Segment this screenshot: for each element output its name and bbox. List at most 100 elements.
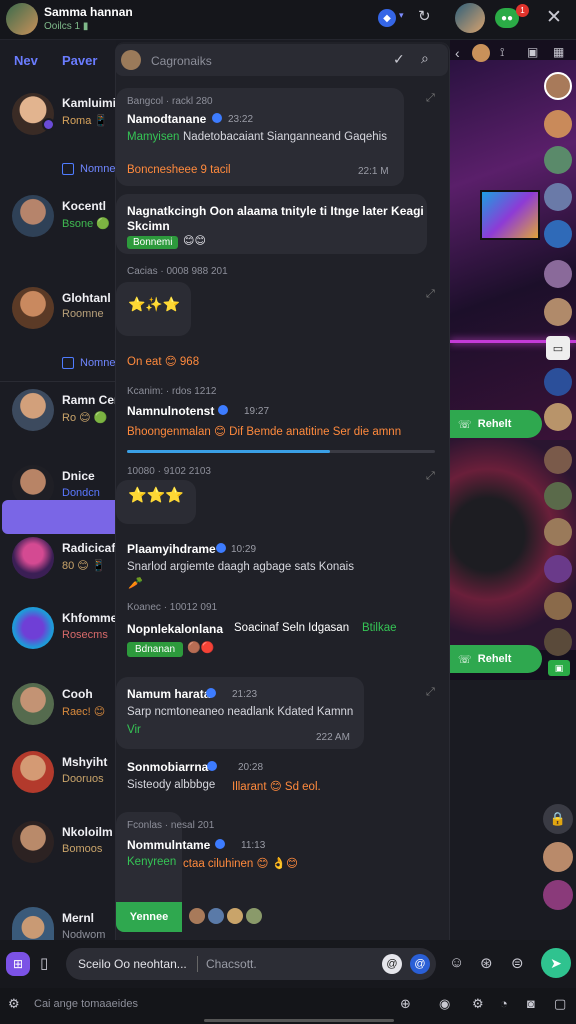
message-link[interactable]: Boncnesheee 9 tacil <box>127 164 231 176</box>
conversation-name[interactable]: Mshyiht <box>62 755 116 769</box>
camera-icon[interactable]: ◙ <box>527 996 535 1011</box>
conversation-name[interactable]: Nkoloilm <box>62 825 116 839</box>
sticker-emoji: ⭐✨⭐ <box>128 296 181 312</box>
check-circle-icon[interactable]: ✓ <box>393 51 405 68</box>
message-tag: Bdnanan <box>127 642 184 657</box>
chevron-down-icon[interactable]: ▾ <box>399 10 404 21</box>
conversation-avatar[interactable] <box>12 751 54 793</box>
conversation-avatar[interactable] <box>12 821 54 863</box>
participant-avatar[interactable] <box>544 592 572 620</box>
gift-icon[interactable]: ⊞ <box>6 952 30 976</box>
conversation-avatar[interactable] <box>12 389 54 431</box>
participant-avatar[interactable] <box>544 298 572 326</box>
conversation-avatar[interactable] <box>12 287 54 329</box>
conversation-preview: Bomoos <box>62 843 103 855</box>
participant-avatar[interactable] <box>544 446 572 474</box>
conversation-name[interactable]: Radicicafe <box>62 541 116 555</box>
conversation-name[interactable]: Dnice <box>62 469 116 483</box>
at-icon[interactable]: @ <box>382 954 402 974</box>
composer-label: Sceilo Oo neohtan... <box>78 957 187 971</box>
window-icon[interactable]: ▢ <box>554 996 566 1012</box>
message-stamp: 22:1 M <box>358 166 389 177</box>
reaction-avatar <box>227 908 243 924</box>
participant-avatar[interactable] <box>544 146 572 174</box>
participant-avatar[interactable] <box>544 368 572 396</box>
conversation-action[interactable]: Nomne <box>80 357 115 369</box>
user-avatar[interactable] <box>6 3 38 35</box>
participant-avatar[interactable] <box>544 110 572 138</box>
lock-icon[interactable]: 🔒 <box>543 804 573 834</box>
mic-icon[interactable]: ◉ <box>439 996 450 1012</box>
participant-avatar[interactable] <box>544 260 572 288</box>
close-icon[interactable]: ✕ <box>546 6 562 29</box>
share-icon[interactable]: ⟟ <box>500 45 504 60</box>
conversation-avatar[interactable] <box>12 537 54 579</box>
conversation-avatar[interactable] <box>12 683 54 725</box>
video-call-button[interactable]: ☏ Rehelt <box>450 645 542 673</box>
edit-icon[interactable] <box>62 163 74 175</box>
conversation-avatar[interactable] <box>12 195 54 237</box>
conversation-name[interactable]: Cooh <box>62 687 116 701</box>
participant-avatar[interactable] <box>543 842 573 872</box>
settings-icon[interactable]: ⚙ <box>8 996 20 1012</box>
participant-avatar[interactable] <box>543 880 573 910</box>
conversation-name[interactable]: Ramn Cem <box>62 393 116 407</box>
participant-avatar[interactable] <box>544 555 572 583</box>
square-icon[interactable]: ▭ <box>546 336 570 360</box>
participant-avatar[interactable] <box>544 183 572 211</box>
message-text-line2: Vir <box>127 724 141 736</box>
header-subtitle: Ooilcs 1 ▮ <box>44 21 89 32</box>
back-icon[interactable]: ‹ <box>455 45 460 61</box>
message-sender: Namodtanane <box>127 112 207 126</box>
conversation-avatar[interactable] <box>12 907 54 941</box>
participant-avatar[interactable] <box>544 220 572 248</box>
emoji-icon[interactable]: ☺ <box>449 954 464 971</box>
expand-icon[interactable]: ⤢ <box>426 686 435 699</box>
gear-icon[interactable]: ⚙ <box>472 996 484 1012</box>
expand-icon[interactable]: ⤢ <box>426 92 435 105</box>
conversation-name[interactable]: Mernl <box>62 911 116 925</box>
conversation-action[interactable]: Nomne <box>80 163 115 175</box>
participant-avatar[interactable] <box>544 482 572 510</box>
green-status-icon[interactable]: ▣ <box>548 660 570 676</box>
gamepad-icon[interactable]: ⊕ <box>400 996 411 1012</box>
search-icon[interactable]: ⌕ <box>421 50 429 67</box>
participant-avatar[interactable] <box>544 518 572 546</box>
message-meta: Fconlas · nesal 201 <box>127 820 215 831</box>
contact-avatar[interactable] <box>455 3 485 33</box>
send-button[interactable]: ➤ <box>541 948 571 978</box>
conversation-avatar[interactable] <box>12 607 54 649</box>
sticker-icon[interactable]: ⊜ <box>511 954 524 972</box>
conversation-name[interactable]: Glohtanl <box>62 291 116 305</box>
verified-icon[interactable]: ◆ <box>378 9 396 27</box>
refresh-icon[interactable]: ↻ <box>418 7 431 25</box>
expand-icon[interactable]: ⤢ <box>426 470 435 483</box>
video-call-button[interactable]: ☏ Rehelt <box>450 410 542 438</box>
reaction-avatar <box>189 908 205 924</box>
message-time: 21:23 <box>232 689 258 700</box>
verified-icon <box>206 688 216 698</box>
gallery-icon[interactable]: ▣ <box>527 45 538 59</box>
conversation-name[interactable]: Kocentl <box>62 199 116 213</box>
participant-avatar[interactable] <box>544 403 572 431</box>
conversation-name[interactable]: Kamluimi <box>62 96 116 110</box>
sidebar-icon[interactable]: ▯ <box>40 954 48 972</box>
participant-avatar[interactable] <box>544 628 572 656</box>
mention-icon[interactable]: @ <box>410 954 430 974</box>
media-avatar[interactable] <box>472 44 490 62</box>
conversation-preview: 80 😊 📱 <box>62 560 106 572</box>
expand-icon[interactable]: ⤢ <box>426 288 435 301</box>
message-text: Snarlod argiemte daagh agbage sats Konai… <box>127 561 354 573</box>
message-sender: Nommulntame <box>127 838 211 852</box>
participant-avatar[interactable] <box>544 72 572 100</box>
message-meta: Koanec · 10012 091 <box>127 602 218 613</box>
edit-icon[interactable] <box>62 357 74 369</box>
tab-paver[interactable]: Paver <box>62 53 97 68</box>
grid-icon[interactable]: ▦ <box>553 45 564 59</box>
attach-icon[interactable]: ⊛ <box>480 954 493 972</box>
conversation-name[interactable]: Khfomme <box>62 611 116 625</box>
tab-new[interactable]: Nev <box>14 53 38 68</box>
reply-button[interactable]: Yennee <box>116 902 182 932</box>
status-dot-icon <box>42 118 55 131</box>
clock-icon[interactable]: ◔ <box>500 996 508 1011</box>
